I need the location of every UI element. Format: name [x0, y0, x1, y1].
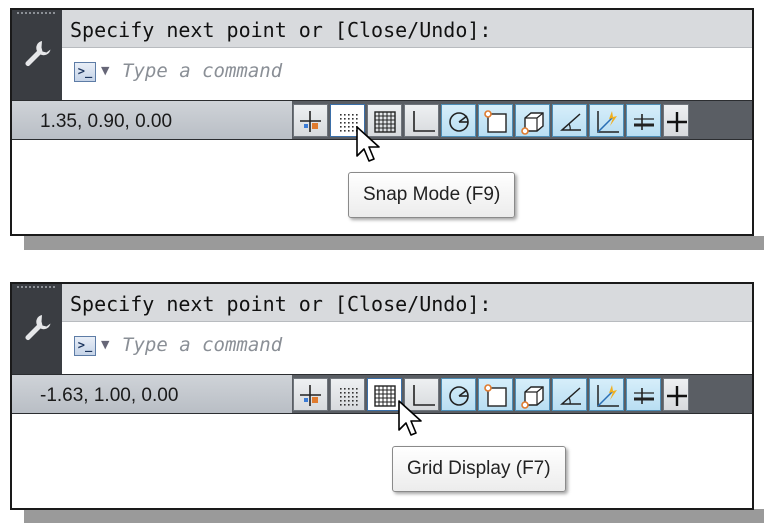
drag-grip[interactable]	[17, 12, 55, 17]
command-prompt-icon[interactable]: >_	[74, 62, 96, 82]
3d-object-snap-button[interactable]	[515, 378, 550, 411]
object-snap-tracking-button[interactable]	[552, 378, 587, 411]
object-snap-button[interactable]	[478, 104, 513, 137]
chevron-down-icon[interactable]: ▼	[101, 338, 109, 351]
panel-shadow	[24, 509, 764, 523]
command-line-input[interactable]: >_ ▼ Type a command	[62, 322, 752, 374]
ortho-icon	[413, 111, 435, 132]
mouse-pointer-icon	[356, 126, 380, 162]
tooltip: Snap Mode (F9)	[348, 172, 516, 218]
dynamic-ucs-button[interactable]	[589, 104, 624, 137]
cursor-coordinates[interactable]: 1.35, 0.90, 0.00	[12, 101, 292, 139]
lineweight-button[interactable]	[626, 378, 661, 411]
customize-column	[12, 284, 62, 374]
wrench-icon[interactable]	[22, 312, 52, 344]
autocad-command-panel: Specify next point or [Close/Undo]: >_ ▼…	[10, 8, 754, 236]
osnap-square-icon	[484, 110, 507, 133]
command-input-placeholder: Type a command	[122, 60, 283, 82]
snap-dots-icon	[340, 388, 358, 406]
wrench-icon[interactable]	[22, 38, 52, 70]
angle-icon	[560, 387, 581, 405]
osnap-square-icon	[484, 384, 507, 407]
3d-object-snap-button[interactable]	[515, 104, 550, 137]
mouse-pointer-icon	[398, 400, 422, 436]
drag-grip[interactable]	[17, 286, 55, 291]
model-space-button[interactable]	[293, 104, 328, 137]
object-snap-button[interactable]	[478, 378, 513, 411]
tooltip: Grid Display (F7)	[392, 446, 566, 492]
plus-icon	[667, 112, 687, 132]
cube-icon	[521, 112, 544, 135]
ortho-mode-button[interactable]	[404, 104, 439, 137]
plus-icon	[667, 386, 687, 406]
snap-mode-button[interactable]	[330, 378, 365, 411]
lineweight-icon	[634, 114, 654, 130]
lineweight-icon	[634, 388, 654, 404]
command-history-line: Specify next point or [Close/Undo]:	[62, 284, 752, 322]
more-button[interactable]	[663, 104, 689, 137]
polar-icon	[449, 386, 469, 406]
command-history-line: Specify next point or [Close/Undo]:	[62, 10, 752, 48]
more-button[interactable]	[663, 378, 689, 411]
crosshair-icon	[300, 385, 321, 406]
command-input-placeholder: Type a command	[122, 334, 283, 356]
polar-tracking-button[interactable]	[441, 378, 476, 411]
polar-icon	[449, 112, 469, 132]
cursor-coordinates[interactable]: -1.63, 1.00, 0.00	[12, 375, 292, 413]
command-prompt-icon[interactable]: >_	[74, 336, 96, 356]
model-space-button[interactable]	[293, 378, 328, 411]
crosshair-icon	[300, 111, 321, 132]
customize-column	[12, 10, 62, 100]
ucs-icon	[597, 111, 619, 133]
angle-icon	[560, 113, 581, 131]
grid-display-button[interactable]	[367, 378, 402, 411]
object-snap-tracking-button[interactable]	[552, 104, 587, 137]
status-bar: -1.63, 1.00, 0.00	[12, 374, 752, 414]
chevron-down-icon[interactable]: ▼	[101, 64, 109, 77]
panel-shadow	[24, 236, 764, 250]
ucs-icon	[597, 385, 619, 407]
command-line-input[interactable]: >_ ▼ Type a command	[62, 48, 752, 100]
lineweight-button[interactable]	[626, 104, 661, 137]
cube-icon	[521, 386, 544, 409]
grid-icon	[374, 385, 396, 407]
polar-tracking-button[interactable]	[441, 104, 476, 137]
autocad-command-panel: Specify next point or [Close/Undo]: >_ ▼…	[10, 282, 754, 510]
dynamic-ucs-button[interactable]	[589, 378, 624, 411]
status-bar: 1.35, 0.90, 0.00	[12, 100, 752, 140]
